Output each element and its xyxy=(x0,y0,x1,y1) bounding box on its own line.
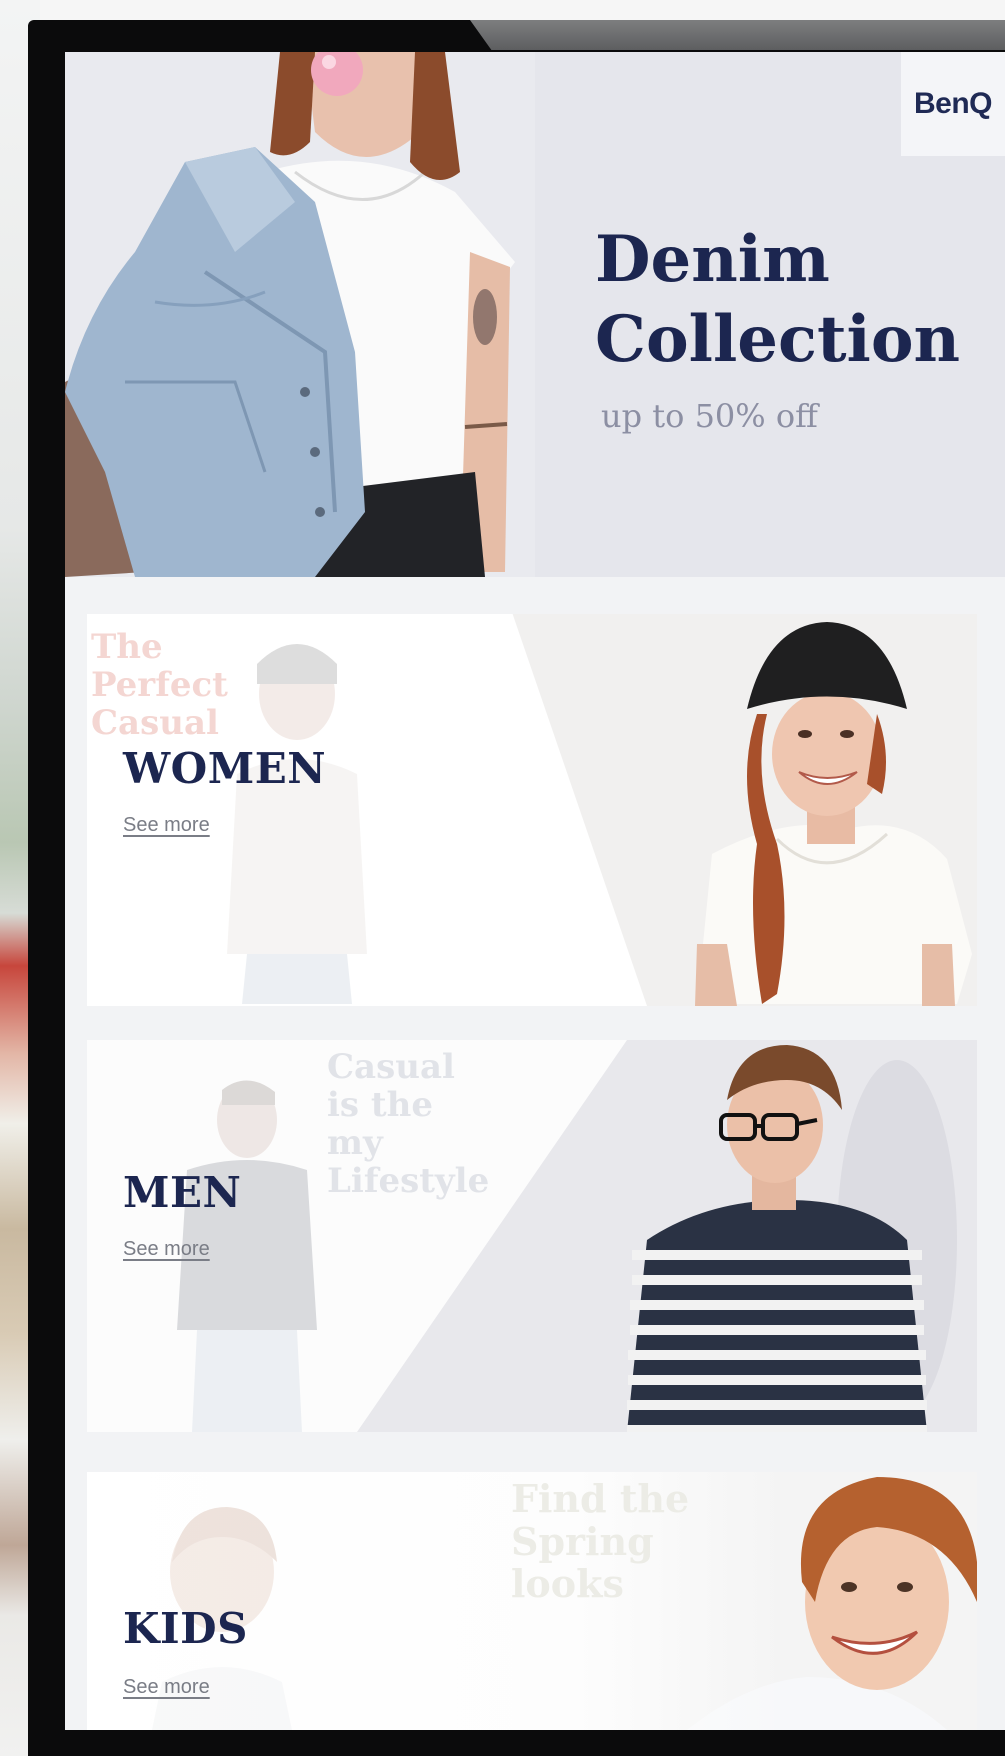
men-category-title: MEN xyxy=(123,1168,242,1217)
hero-banner[interactable]: BenQ Denim Collection up to 50% off xyxy=(65,52,1005,577)
hero-subtitle: up to 50% off xyxy=(601,397,818,435)
hero-model-photo xyxy=(65,52,535,577)
background-surface-top xyxy=(40,0,1005,22)
kids-category-title: KIDS xyxy=(123,1604,248,1653)
device-bezel-reflection xyxy=(470,20,1005,50)
men-tagline: Casual is the my Lifestyle xyxy=(327,1047,490,1202)
category-card-men[interactable]: Casual is the my Lifestyle MEN See more xyxy=(87,1040,977,1432)
men-see-more-link[interactable]: See more xyxy=(123,1238,210,1261)
women-see-more-link[interactable]: See more xyxy=(123,814,210,837)
women-category-title: WOMEN xyxy=(123,744,327,793)
app-screen: BenQ Denim Collection up to 50% off The … xyxy=(65,52,1005,1730)
kids-tagline: Find the Spring looks xyxy=(511,1476,690,1607)
category-card-women[interactable]: The Perfect Casual WOMEN See more xyxy=(87,614,977,1006)
category-card-kids[interactable]: Find the Spring looks KIDS See more xyxy=(87,1472,977,1730)
women-tagline: The Perfect Casual xyxy=(91,627,228,744)
brand-logo[interactable]: BenQ xyxy=(901,52,1005,156)
hero-title: Denim Collection xyxy=(595,222,961,377)
kids-see-more-link[interactable]: See more xyxy=(123,1676,210,1699)
